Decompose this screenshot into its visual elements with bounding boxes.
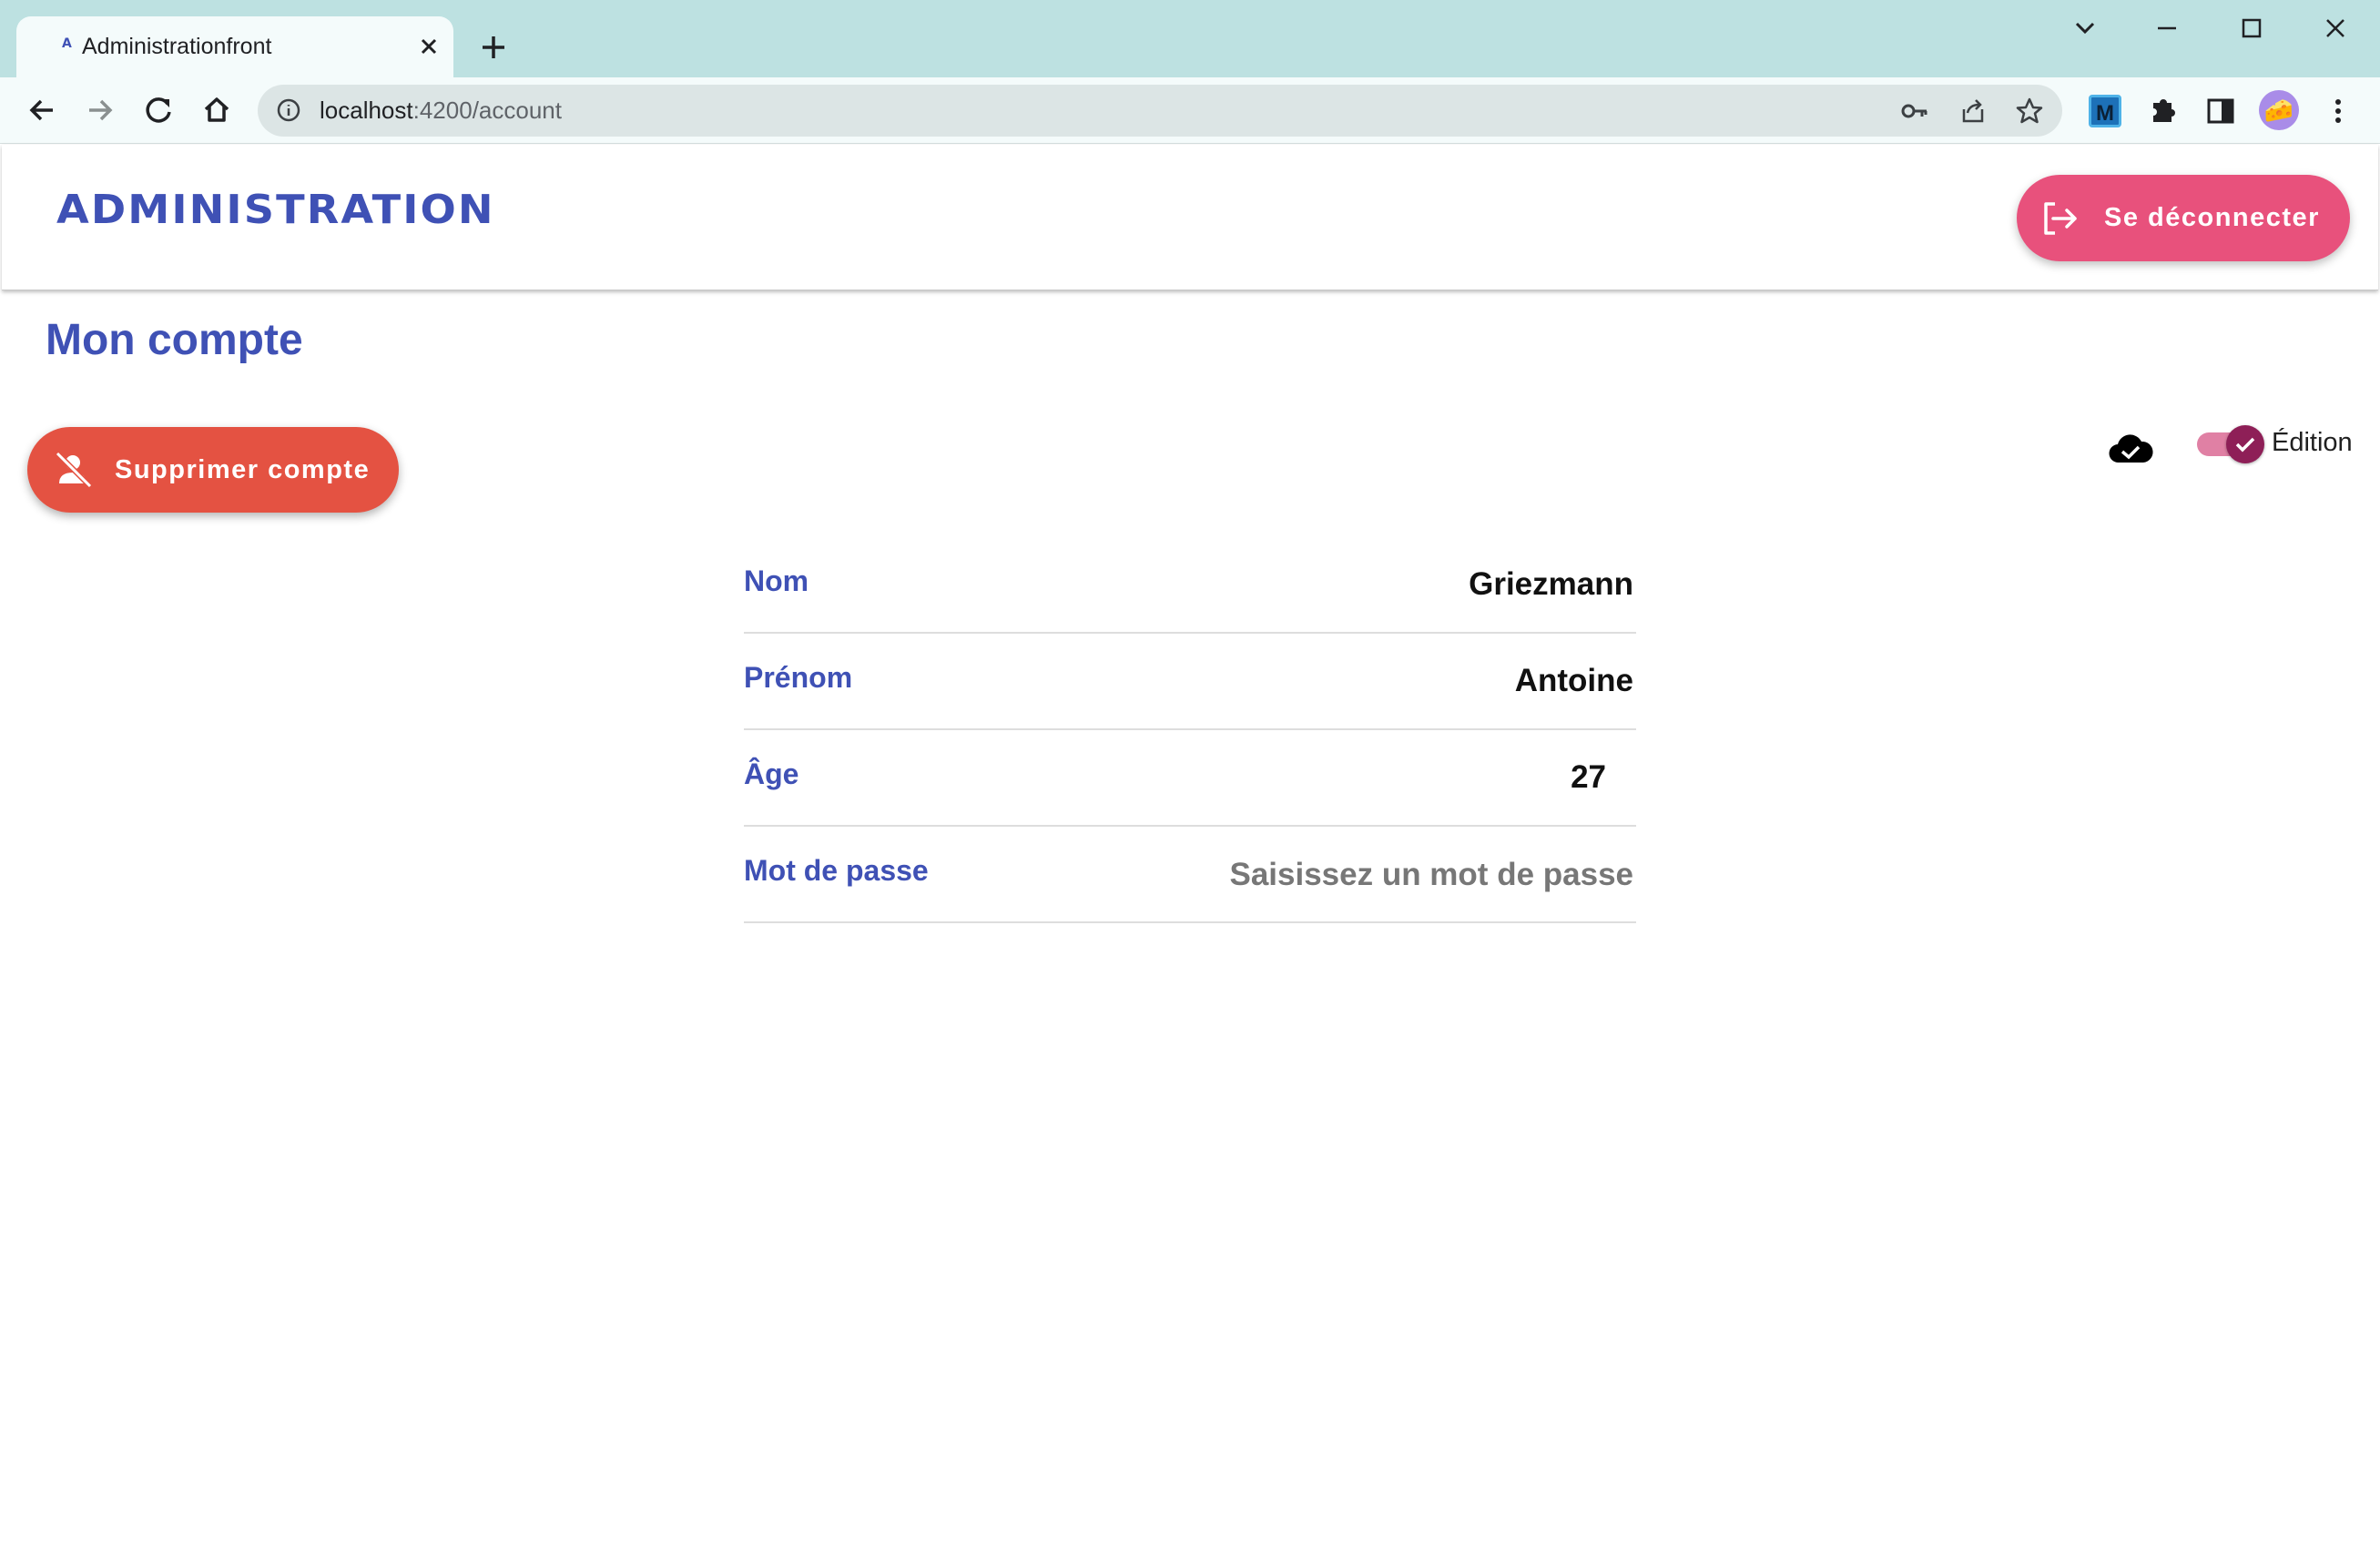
browser-toolbar: localhost:4200/account M 🧀	[0, 77, 2380, 144]
profile-emoji: 🧀	[2263, 97, 2294, 124]
home-icon[interactable]	[197, 90, 237, 130]
field-age: Âge 27	[744, 730, 1636, 827]
tab-title: Administrationfront	[82, 34, 272, 59]
maximize-icon[interactable]	[2220, 9, 2283, 47]
close-window-icon[interactable]	[2304, 9, 2367, 47]
nom-label: Nom	[744, 564, 809, 597]
url-host: localhost	[320, 97, 413, 124]
page-title: Mon compte	[46, 316, 303, 364]
url-text[interactable]: localhost:4200/account	[320, 85, 562, 137]
extensions-puzzle-icon[interactable]	[2142, 90, 2184, 132]
tab-favicon-icon: A	[62, 36, 72, 51]
delete-account-button[interactable]: Supprimer compte	[27, 427, 399, 513]
prenom-label: Prénom	[744, 661, 853, 694]
field-nom: Nom Griezmann	[744, 537, 1636, 634]
back-icon[interactable]	[22, 90, 62, 130]
extension-m-icon[interactable]: M	[2089, 95, 2121, 127]
logout-label: Se déconnecter	[2104, 203, 2320, 232]
prenom-value[interactable]: Antoine	[1515, 663, 1633, 699]
forward-icon[interactable]	[80, 90, 120, 130]
person-off-icon	[55, 451, 93, 489]
password-label: Mot de passe	[744, 854, 929, 887]
app-header: ADMINISTRATION Se déconnecter	[2, 145, 2378, 290]
account-form: Nom Griezmann Prénom Antoine Âge 27 Mot …	[744, 537, 1636, 923]
toggle-thumb	[2226, 425, 2264, 463]
tab-close-icon[interactable]	[415, 33, 442, 60]
brand-logo: ADMINISTRATION	[56, 187, 495, 233]
browser-menu-icon[interactable]	[2317, 90, 2359, 132]
field-prenom: Prénom Antoine	[744, 634, 1636, 730]
url-path: :4200/account	[412, 97, 562, 124]
logout-button[interactable]: Se déconnecter	[2017, 175, 2350, 261]
edit-mode-toggle[interactable]	[2197, 423, 2264, 465]
field-password: Mot de passe	[744, 827, 1636, 923]
cloud-done-icon	[2109, 434, 2153, 463]
browser-tabstrip: A Administrationfront	[0, 0, 2380, 77]
check-icon	[2235, 437, 2255, 453]
nom-value[interactable]: Griezmann	[1469, 566, 1633, 603]
profile-avatar[interactable]: 🧀	[2259, 90, 2299, 130]
delete-account-label: Supprimer compte	[115, 455, 371, 484]
bookmark-star-icon[interactable]	[2013, 95, 2046, 127]
tab-search-chevron-icon[interactable]	[2053, 9, 2117, 47]
side-panel-icon[interactable]	[2200, 90, 2242, 132]
age-label: Âge	[744, 758, 799, 790]
new-tab-icon[interactable]	[475, 29, 512, 66]
reload-icon[interactable]	[138, 90, 178, 130]
share-icon[interactable]	[1957, 95, 1989, 127]
browser-tab[interactable]: A Administrationfront	[16, 16, 453, 77]
password-input[interactable]	[1087, 852, 1633, 898]
minimize-icon[interactable]	[2135, 9, 2199, 47]
edit-mode-label: Édition	[2272, 428, 2353, 457]
logout-icon	[2044, 202, 2077, 235]
site-info-icon[interactable]	[274, 96, 303, 125]
address-bar[interactable]: localhost:4200/account	[258, 85, 2062, 137]
age-value[interactable]: 27	[1571, 759, 1606, 796]
password-key-icon[interactable]	[1898, 95, 1931, 127]
